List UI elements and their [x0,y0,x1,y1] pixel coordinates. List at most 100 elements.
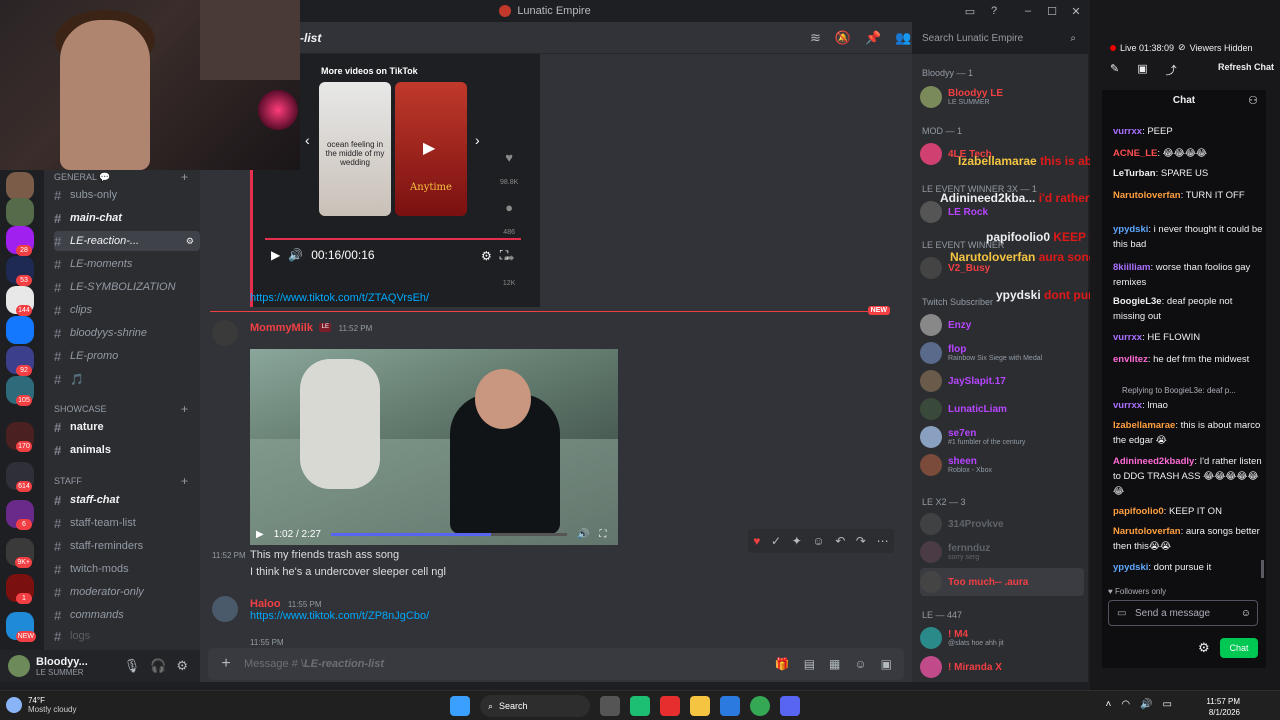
comment-icon[interactable]: ● [505,200,513,215]
channel-staff-chat[interactable]: # staff-chat [54,490,200,510]
server-icon[interactable]: 144 [6,286,34,316]
users-icon[interactable]: ⚇ [1248,90,1258,112]
fullscreen-icon[interactable]: ⛶ [500,248,508,263]
play-icon[interactable]: ▶ [271,248,280,262]
headphones-icon[interactable]: 🎧 [150,658,166,674]
search-input[interactable]: Search Lunatic Empire ⌕ [916,27,1082,49]
channel-subs-only[interactable]: # subs-only [54,185,200,205]
gift-icon[interactable]: 🎁 [775,657,790,671]
chat-username[interactable]: papifoolio0 [1113,506,1164,517]
message-author[interactable]: Haloo [250,598,281,610]
category-staff[interactable]: staff [54,476,82,486]
add-channel-icon[interactable]: + [181,474,188,488]
mute-icon[interactable]: 🔕 [835,30,851,46]
microphone-icon[interactable]: 🎙 [124,658,141,674]
minimize-button[interactable]: – [1016,5,1040,17]
edit-icon[interactable]: ✎ [1110,62,1119,78]
play-icon[interactable]: ▶ [423,138,435,158]
category-general[interactable]: general 💬 [54,172,110,183]
message-composer[interactable]: + Message # \LE-reaction-list 🎁 ▤ ▦ ☺ ▣ [208,648,904,680]
gear-icon[interactable]: ⚙ [176,658,188,674]
more-icon[interactable]: ⋯ [877,534,889,548]
chat-username[interactable]: Adinineed2kbadly [1113,456,1194,467]
member-item[interactable]: Enzy [920,311,1084,339]
close-button[interactable]: ✕ [1064,5,1088,18]
chevron-right-icon[interactable]: › [475,132,480,148]
tiktok-link[interactable]: https://www.tiktok.com/t/ZTAQVrsEh/ [250,292,429,304]
channel-commands[interactable]: # commands [54,605,200,625]
message-author[interactable]: MommyMilk [250,322,313,334]
chat-username[interactable]: vurrxx [1113,400,1142,411]
reaction-icon[interactable]: ✦ [792,534,802,548]
reply-icon[interactable]: ↶ [835,534,845,548]
folder-icon[interactable] [690,696,710,716]
channel-animals[interactable]: # animals [54,440,200,460]
taskbar-clock[interactable]: 11:57 PM 8/1/2026 [1206,696,1240,718]
start-icon[interactable] [450,696,470,716]
video-thumbnail[interactable]: ocean feeling in the middle of my weddin… [319,82,391,216]
battery-icon[interactable]: ▭ [1163,699,1172,710]
chat-username[interactable]: ACNE_LE [1113,148,1157,159]
member-item[interactable]: LunaticLiam [920,395,1084,423]
help-icon[interactable]: ? [982,5,1006,17]
gif-icon[interactable]: ▤ [804,657,815,671]
emote-icon[interactable]: ☺ [1241,608,1251,619]
server-icon[interactable]: 9K+ [6,538,34,568]
member-item[interactable]: ! M4 @slats hoe ahh jit [920,624,1084,652]
channel-staff-reminders[interactable]: # staff-reminders [54,536,200,556]
server-icon[interactable] [6,198,34,226]
video-thumbnail[interactable]: ▶ Anytime [395,82,467,216]
member-item[interactable]: JaySlapit.17 [920,367,1084,395]
chat-send-button[interactable]: Chat [1220,638,1258,658]
video-attachment[interactable] [250,349,618,545]
channel-twitch-mods[interactable]: # twitch-mods [54,559,200,579]
inbox-icon[interactable]: ▭ [958,5,982,18]
chat-username[interactable]: ypydski [1113,224,1148,235]
fullscreen-icon[interactable]: ⛶ [599,529,606,540]
chrome-icon[interactable] [750,696,770,716]
share-icon[interactable]: ⤴ [1166,62,1177,78]
channel-music[interactable]: # 🎵 [54,369,200,389]
member-item[interactable]: ! Miranda X [920,653,1084,681]
server-icon[interactable] [6,316,34,344]
channel-nature[interactable]: # nature [54,417,200,437]
weather-widget[interactable]: 74°F Mostly cloudy [6,696,76,714]
channel-le-promo[interactable]: # LE-promo [54,346,200,366]
video-seekbar[interactable] [330,532,567,536]
chat-username[interactable]: Izabellamarae [1113,420,1175,431]
volume-icon[interactable]: 🔊 [288,248,303,262]
server-icon[interactable]: 105 [6,376,34,406]
channel-moderator-only[interactable]: # moderator-only [54,582,200,602]
members-icon[interactable]: 👥 [895,30,911,46]
member-item[interactable]: Too much-- .aura [920,568,1084,596]
user-info[interactable]: Bloodyy... LE SUMMER [36,656,88,677]
chevron-left-icon[interactable]: ‹ [305,132,310,148]
heart-icon[interactable]: ♥ [505,150,513,165]
add-channel-icon[interactable]: + [181,402,188,416]
add-attachment-icon[interactable]: + [208,655,244,673]
emoji-icon[interactable]: ☺ [812,534,824,548]
chevron-up-icon[interactable]: ˄ [1106,699,1112,710]
channel-clips[interactable]: # clips [54,300,200,320]
member-item[interactable]: Bloodyy LE LE SUMMER [920,83,1084,111]
chat-username[interactable]: Narutoloverfan [1113,190,1181,201]
server-icon[interactable]: 170 [6,422,34,452]
server-icon[interactable]: 614 [6,462,34,492]
channel-le-reaction[interactable]: # LE-reaction-... ⚙ [54,231,200,251]
avatar[interactable] [8,655,30,677]
chat-username[interactable]: vurrxx [1113,126,1142,137]
player-progress[interactable] [265,238,521,240]
channel-le-moments[interactable]: # LE-moments [54,254,200,274]
forward-icon[interactable]: ↷ [856,534,866,548]
chat-username[interactable]: BoogieL3e [1113,296,1162,307]
channel-staff-team-list[interactable]: # staff-team-list [54,513,200,533]
category-showcase[interactable]: SHOWCASE [54,404,107,414]
app-icon[interactable] [630,696,650,716]
server-icon[interactable]: NEW [6,612,36,642]
server-icon[interactable]: 6 [6,500,34,530]
server-icon[interactable]: 92 [6,346,34,376]
settings-icon[interactable]: ⚙ [186,236,194,247]
maximize-button[interactable]: ☐ [1040,5,1064,18]
channel-logs[interactable]: # logs [54,626,200,646]
emoji-icon[interactable]: ☺ [854,657,866,671]
